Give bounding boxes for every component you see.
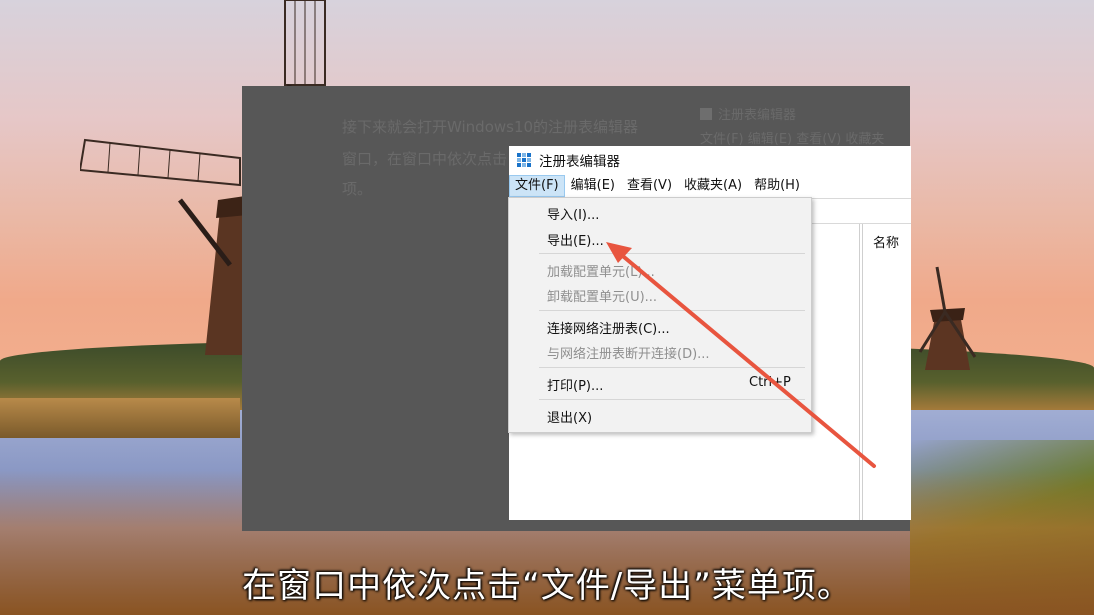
menu-help[interactable]: 帮助(H) <box>748 175 806 197</box>
menu-separator <box>539 310 805 311</box>
registry-editor-icon <box>517 153 531 167</box>
menu-separator <box>539 399 805 400</box>
menu-item-connect-network-registry[interactable]: 连接网络注册表(C)... <box>547 318 670 337</box>
small-windmill-icon <box>918 266 977 370</box>
ghost-menu-bar: 文件(F) 编辑(E) 查看(V) 收藏夹 <box>700 132 885 147</box>
ghost-title-text: 注册表编辑器 <box>718 108 797 123</box>
video-subtitle: 在窗口中依次点击“文件/导出”菜单项。 <box>242 566 852 606</box>
ghost-text-line: 窗口，在窗口中依次点击 <box>342 150 508 168</box>
menu-item-exit[interactable]: 退出(X) <box>547 407 592 426</box>
menu-edit[interactable]: 编辑(E) <box>565 175 621 197</box>
menu-item-load-hive: 加载配置单元(L)... <box>547 265 655 280</box>
menu-item-export[interactable]: 导出(E)... <box>547 230 604 249</box>
menu-item-print[interactable]: 打印(P)... <box>547 375 603 394</box>
address-bar[interactable] <box>809 198 911 224</box>
title-bar[interactable]: 注册表编辑器 <box>509 146 911 174</box>
menu-separator <box>539 253 805 254</box>
menu-favorites[interactable]: 收藏夹(A) <box>678 175 748 197</box>
ghost-window-title: 注册表编辑器 <box>700 104 796 123</box>
menu-item-unload-hive: 卸载配置单元(U)... <box>547 290 658 305</box>
ghost-app-icon <box>700 108 712 120</box>
menu-separator <box>539 367 805 368</box>
window-title: 注册表编辑器 <box>539 154 620 170</box>
ghost-text-line: 项。 <box>342 180 373 198</box>
column-header-name[interactable]: 名称 <box>873 232 899 251</box>
reeds-left <box>0 398 240 438</box>
menu-item-import[interactable]: 导入(I)... <box>547 204 599 223</box>
menu-view[interactable]: 查看(V) <box>621 175 678 197</box>
file-menu-dropdown: 导入(I)... 导出(E)... 加载配置单元(L)... 卸载配置单元(U)… <box>508 197 812 433</box>
pane-splitter[interactable] <box>862 224 863 520</box>
menu-file[interactable]: 文件(F) <box>509 175 565 197</box>
ghost-text-line: 接下来就会打开Windows10的注册表编辑器 <box>342 118 639 136</box>
menu-item-disconnect-network-registry: 与网络注册表断开连接(D)... <box>547 347 710 362</box>
print-shortcut: Ctrl+P <box>749 375 791 390</box>
menu-bar: 文件(F) 编辑(E) 查看(V) 收藏夹(A) 帮助(H) <box>509 174 911 198</box>
